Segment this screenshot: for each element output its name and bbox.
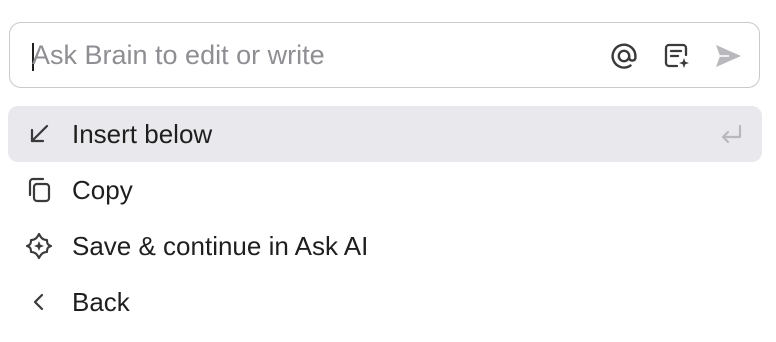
ask-input[interactable] — [32, 23, 592, 87]
menu-item-insert-below[interactable]: Insert below — [8, 106, 762, 162]
menu-item-save-continue-ask-ai[interactable]: Save & continue in Ask AI — [8, 218, 762, 274]
template-sparkle-icon[interactable] — [661, 40, 693, 72]
action-menu: Insert below Copy Save & continue in Ask… — [8, 106, 762, 330]
arrow-down-left-icon — [24, 120, 54, 148]
menu-item-label: Back — [72, 286, 130, 317]
send-icon[interactable] — [712, 40, 744, 72]
menu-item-label: Save & continue in Ask AI — [72, 230, 369, 261]
menu-item-label: Copy — [72, 174, 133, 205]
menu-item-back[interactable]: Back — [8, 274, 762, 330]
at-mention-icon[interactable] — [608, 40, 640, 72]
ai-edit-popover: Insert below Copy — [0, 0, 776, 342]
enter-key-icon — [718, 122, 744, 146]
ai-sparkle-icon — [24, 232, 54, 260]
copy-icon — [24, 176, 54, 204]
menu-item-copy[interactable]: Copy — [8, 162, 762, 218]
ask-bar — [9, 22, 760, 88]
menu-item-label: Insert below — [72, 118, 213, 149]
chevron-left-icon — [24, 288, 54, 316]
